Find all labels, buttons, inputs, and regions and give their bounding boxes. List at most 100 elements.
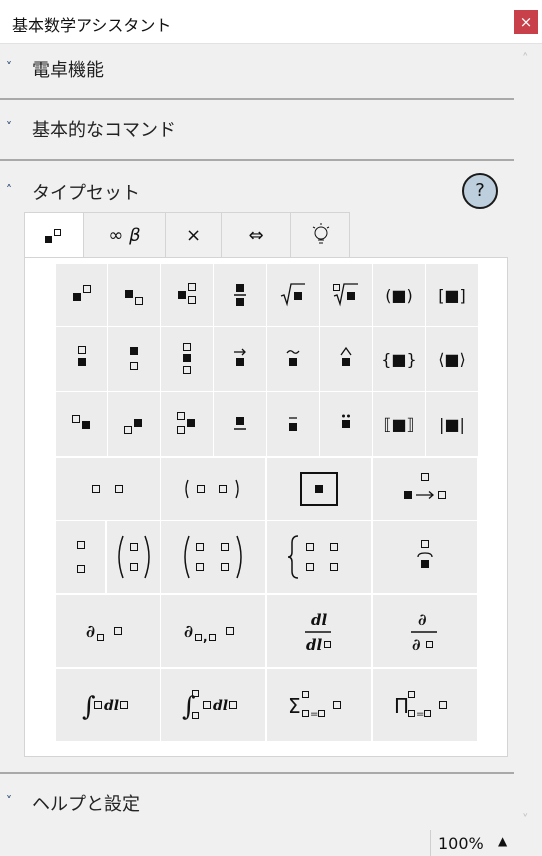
underscript-icon bbox=[130, 347, 138, 370]
tab-scripts[interactable] bbox=[24, 212, 84, 259]
svg-text:∂: ∂ bbox=[412, 635, 421, 654]
template-total-derivative[interactable]: dl dl bbox=[267, 595, 371, 667]
chevron-down-icon: ˅ bbox=[6, 120, 12, 134]
row-vector-icon bbox=[92, 485, 123, 493]
template-framed[interactable] bbox=[267, 458, 371, 520]
presuperscript-icon bbox=[71, 415, 90, 429]
zoom-up-arrow-icon[interactable]: ▲ bbox=[498, 834, 507, 848]
product-icon: Π = bbox=[394, 691, 447, 720]
template-hat[interactable] bbox=[320, 327, 372, 391]
lightbulb-icon bbox=[312, 223, 330, 244]
framed-box-icon bbox=[300, 472, 338, 506]
template-tilde[interactable] bbox=[267, 327, 319, 391]
brackets-label: [■] bbox=[438, 285, 466, 305]
template-presuperscript[interactable] bbox=[56, 392, 107, 456]
template-pre-sub-superscript[interactable] bbox=[161, 392, 213, 456]
divider bbox=[0, 159, 514, 161]
template-brackets[interactable]: [■] bbox=[426, 264, 478, 326]
template-summation[interactable]: Σ = bbox=[267, 669, 371, 741]
template-mixed-partial[interactable]: ∂, bbox=[161, 595, 265, 667]
section-typeset-label: タイプセット bbox=[32, 183, 140, 204]
svg-text:Σ: Σ bbox=[288, 694, 301, 718]
template-underbar[interactable] bbox=[214, 392, 266, 456]
svg-text:Π: Π bbox=[394, 694, 409, 718]
template-definite-integral[interactable]: ∫ dl bbox=[161, 669, 265, 741]
help-button[interactable]: ? bbox=[462, 173, 498, 209]
template-vector[interactable] bbox=[214, 327, 266, 391]
tab-symbols-label: ∞ β bbox=[108, 225, 141, 246]
tab-tips[interactable] bbox=[290, 212, 350, 258]
template-absolute[interactable]: |■| bbox=[426, 392, 478, 456]
svg-text:dl: dl bbox=[311, 611, 327, 629]
template-double-dot[interactable] bbox=[320, 392, 372, 456]
template-partial-operator[interactable]: ∂ ∂ bbox=[373, 595, 477, 667]
underoverscript-icon bbox=[183, 343, 191, 374]
presubsuperscript-icon bbox=[177, 412, 195, 434]
close-button[interactable]: × bbox=[514, 10, 538, 34]
template-paren-row[interactable] bbox=[161, 458, 265, 520]
section-calculator-header[interactable]: ˅ 電卓機能 bbox=[0, 56, 514, 81]
absolute-label: |■| bbox=[439, 414, 465, 434]
svg-text:=: = bbox=[310, 709, 318, 720]
overbar-icon bbox=[289, 417, 297, 431]
template-matrix[interactable] bbox=[161, 521, 265, 593]
template-sqrt[interactable] bbox=[267, 264, 319, 326]
template-braces[interactable]: {■} bbox=[373, 327, 425, 391]
paren-row-icon bbox=[185, 479, 239, 499]
template-superscript[interactable] bbox=[56, 264, 107, 326]
integral-icon: ∫ dl bbox=[82, 692, 128, 722]
template-fraction[interactable] bbox=[214, 264, 266, 326]
template-angle-brackets[interactable]: ⟨■⟩ bbox=[426, 327, 478, 391]
template-integral[interactable]: ∫ dl bbox=[56, 669, 160, 741]
window-title: 基本数学アシスタント bbox=[12, 16, 172, 35]
template-overbar[interactable] bbox=[267, 392, 319, 456]
template-under-overscript[interactable] bbox=[161, 327, 213, 391]
template-partial-derivative[interactable]: ∂ bbox=[56, 595, 160, 667]
typeset-panel: (■) [■] {■} ⟨■⟩ ⟦■⟧ |■| ∂ ∂ , dl dl ∂ ∂ … bbox=[24, 257, 508, 757]
section-typeset-header[interactable]: ˄ タイプセット bbox=[0, 179, 440, 204]
tab-operators[interactable]: × bbox=[165, 212, 222, 258]
mixed-partial-icon: ∂, bbox=[184, 622, 234, 644]
double-brackets-label: ⟦■⟧ bbox=[383, 414, 415, 434]
scroll-down-arrow-icon[interactable]: ˅ bbox=[522, 813, 529, 828]
template-presubscript[interactable] bbox=[108, 392, 160, 456]
chevron-down-icon: ˅ bbox=[6, 794, 12, 808]
zoom-level[interactable]: 100% bbox=[438, 834, 484, 853]
overbrace-icon bbox=[417, 540, 433, 568]
template-row-vector[interactable] bbox=[56, 458, 160, 520]
subscript-icon bbox=[125, 290, 143, 305]
section-calculator-label: 電卓機能 bbox=[32, 60, 104, 81]
template-nth-root[interactable] bbox=[320, 264, 372, 326]
template-overbrace[interactable] bbox=[373, 521, 477, 593]
matrix-icon bbox=[184, 535, 242, 579]
parentheses-label: (■) bbox=[385, 285, 413, 305]
template-paren-column[interactable] bbox=[107, 521, 160, 593]
sqrt-icon bbox=[280, 283, 305, 307]
tab-symbols[interactable]: ∞ β bbox=[83, 212, 166, 258]
tab-operators-label: × bbox=[185, 225, 202, 246]
template-underscript[interactable] bbox=[108, 327, 160, 391]
superscript-icon bbox=[45, 229, 61, 243]
definite-integral-icon: ∫ dl bbox=[182, 690, 237, 722]
arrow-label-icon bbox=[404, 473, 446, 499]
column-vector-icon bbox=[76, 541, 85, 573]
template-piecewise[interactable] bbox=[267, 521, 371, 593]
section-help-settings-header[interactable]: ˅ ヘルプと設定 bbox=[0, 790, 514, 815]
tab-arrows-label: ⇔ bbox=[248, 225, 264, 246]
template-arrow-over[interactable] bbox=[373, 458, 477, 520]
template-sub-superscript[interactable] bbox=[161, 264, 213, 326]
template-parentheses[interactable]: (■) bbox=[373, 264, 425, 326]
vector-icon bbox=[234, 348, 246, 366]
double-dot-icon bbox=[342, 414, 350, 428]
vertical-scrollbar[interactable]: ˄ ˅ bbox=[514, 44, 542, 830]
template-column-vector[interactable] bbox=[56, 521, 105, 593]
template-double-brackets[interactable]: ⟦■⟧ bbox=[373, 392, 425, 456]
template-overscript[interactable] bbox=[56, 327, 107, 391]
scroll-up-arrow-icon[interactable]: ˄ bbox=[522, 52, 529, 67]
section-basic-commands-header[interactable]: ˅ 基本的なコマンド bbox=[0, 116, 514, 141]
tab-arrows[interactable]: ⇔ bbox=[221, 212, 291, 258]
svg-text:dl: dl bbox=[306, 636, 322, 654]
tilde-icon bbox=[286, 350, 300, 366]
template-product[interactable]: Π = bbox=[373, 669, 477, 741]
template-subscript[interactable] bbox=[108, 264, 160, 326]
